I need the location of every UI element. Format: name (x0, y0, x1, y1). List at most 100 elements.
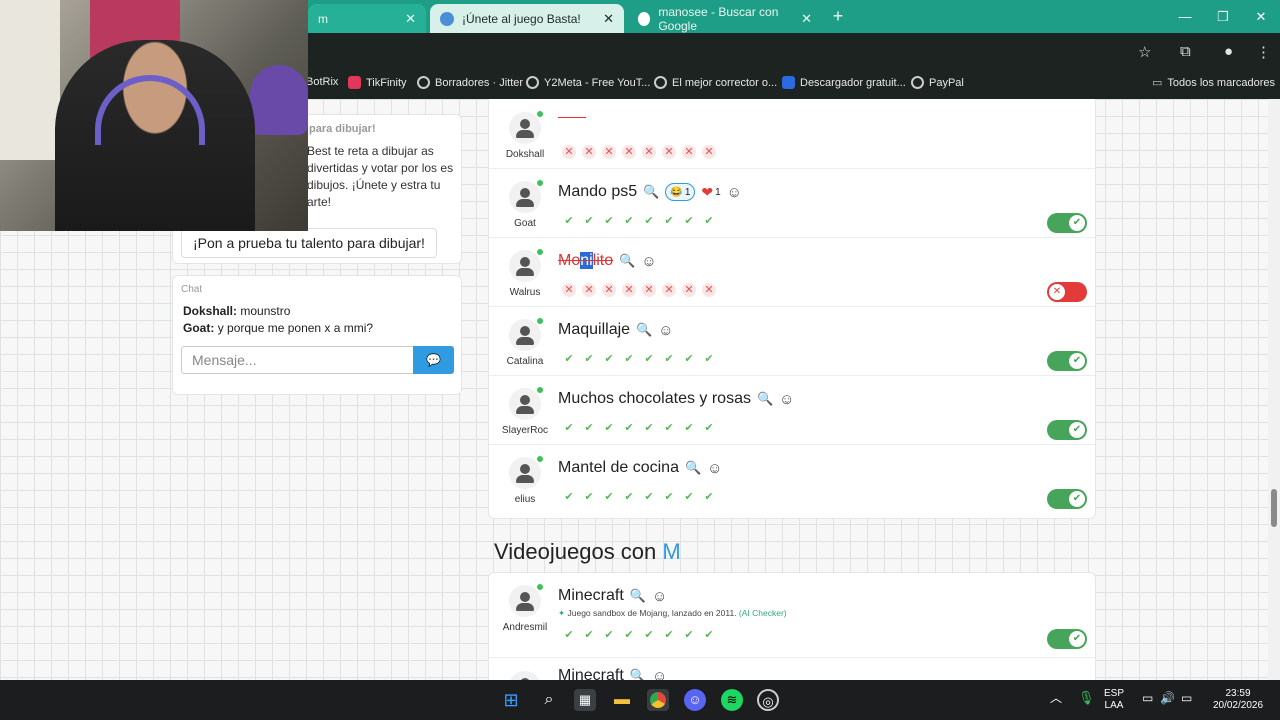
tab-active[interactable]: ¡Únete al juego Basta! ✕ (430, 4, 624, 33)
menu-icon[interactable]: ⋮ (1256, 43, 1271, 61)
add-reaction-icon[interactable]: ☺ (658, 322, 673, 339)
network-icon[interactable]: ▭ (1142, 692, 1153, 704)
reject-mark[interactable]: ✕ (602, 145, 616, 159)
search-icon[interactable]: ⌕ (538, 689, 560, 711)
all-bookmarks[interactable]: ▭ Todos los marcadores (1152, 76, 1275, 90)
accept-mark[interactable]: ✔ (581, 490, 597, 504)
reject-mark[interactable]: ✕ (642, 283, 656, 297)
reject-mark[interactable]: ✕ (642, 145, 656, 159)
add-reaction-icon[interactable]: ☺ (707, 460, 722, 477)
accept-mark[interactable]: ✔ (601, 490, 617, 504)
reject-mark[interactable]: ✕ (662, 145, 676, 159)
validity-toggle[interactable]: ✔ (1047, 351, 1087, 371)
bookmark-y2meta[interactable]: Y2Meta - Free YouT... (526, 76, 650, 89)
accept-mark[interactable]: ✔ (581, 628, 597, 642)
accept-mark[interactable]: ✔ (561, 421, 577, 435)
search-icon[interactable]: 🔍 (757, 391, 773, 407)
accept-mark[interactable]: ✔ (561, 352, 577, 366)
clock[interactable]: 23:59 20/02/2026 (1210, 688, 1266, 712)
reaction-heart[interactable]: ❤ 1 (701, 184, 720, 201)
accept-mark[interactable]: ✔ (661, 214, 677, 228)
reject-mark[interactable]: ✕ (682, 283, 696, 297)
validity-toggle[interactable]: ✔ (1047, 629, 1087, 649)
accept-mark[interactable]: ✔ (581, 214, 597, 228)
chevron-up-icon[interactable]: ︿ (1050, 692, 1062, 704)
spotify-icon[interactable]: ≋ (721, 689, 743, 711)
bookmark-tikfinity[interactable]: TikFinity (348, 76, 407, 89)
reject-mark[interactable]: ✕ (622, 283, 636, 297)
accept-mark[interactable]: ✔ (641, 352, 657, 366)
accept-mark[interactable]: ✔ (661, 490, 677, 504)
accept-mark[interactable]: ✔ (641, 490, 657, 504)
add-reaction-icon[interactable]: ☺ (727, 184, 742, 201)
accept-mark[interactable]: ✔ (681, 490, 697, 504)
accept-mark[interactable]: ✔ (601, 214, 617, 228)
accept-mark[interactable]: ✔ (681, 421, 697, 435)
add-reaction-icon[interactable]: ☺ (641, 253, 656, 270)
search-icon[interactable]: 🔍 (619, 253, 635, 269)
new-tab-button[interactable]: + (826, 6, 850, 28)
bookmark-descargador[interactable]: Descargador gratuit... (782, 76, 906, 89)
bookmark-jitter[interactable]: Borradores · Jitter (417, 76, 523, 89)
draw-challenge-button[interactable]: ¡Pon a prueba tu talento para dibujar! (181, 228, 437, 258)
discord-icon[interactable]: ☺ (684, 689, 706, 711)
accept-mark[interactable]: ✔ (701, 352, 717, 366)
restore-button[interactable]: ❐ (1204, 0, 1242, 33)
search-icon[interactable]: 🔍 (643, 184, 659, 200)
file-explorer-icon[interactable]: ▬ (611, 689, 633, 711)
windows-start-icon[interactable]: ⊞ (500, 689, 522, 711)
obs-icon[interactable]: ◎ (757, 689, 779, 711)
accept-mark[interactable]: ✔ (701, 214, 717, 228)
accept-mark[interactable]: ✔ (701, 421, 717, 435)
accept-mark[interactable]: ✔ (621, 421, 637, 435)
close-icon[interactable]: ✕ (405, 11, 416, 27)
reject-mark[interactable]: ✕ (582, 283, 596, 297)
close-icon[interactable]: ✕ (801, 11, 812, 27)
accept-mark[interactable]: ✔ (561, 214, 577, 228)
accept-mark[interactable]: ✔ (581, 421, 597, 435)
reject-mark[interactable]: ✕ (602, 283, 616, 297)
accept-mark[interactable]: ✔ (601, 628, 617, 642)
accept-mark[interactable]: ✔ (621, 352, 637, 366)
reject-mark[interactable]: ✕ (682, 145, 696, 159)
accept-mark[interactable]: ✔ (661, 421, 677, 435)
volume-icon[interactable]: 🔊 (1160, 692, 1175, 704)
add-reaction-icon[interactable]: ☺ (652, 668, 667, 681)
scroll-thumb[interactable] (1271, 489, 1277, 527)
battery-icon[interactable]: ▭ (1181, 692, 1192, 704)
microphone-icon[interactable]: 🎙 (1078, 691, 1095, 704)
reject-mark[interactable]: ✕ (702, 145, 716, 159)
accept-mark[interactable]: ✔ (621, 490, 637, 504)
store-icon[interactable]: ▦ (574, 689, 596, 711)
reject-mark[interactable]: ✕ (562, 145, 576, 159)
close-window-button[interactable]: ✕ (1242, 0, 1280, 33)
search-icon[interactable]: 🔍 (630, 588, 646, 604)
search-icon[interactable]: 🔍 (630, 668, 646, 680)
reject-mark[interactable]: ✕ (702, 283, 716, 297)
chat-input[interactable]: Mensaje... (181, 346, 413, 374)
accept-mark[interactable]: ✔ (641, 628, 657, 642)
accept-mark[interactable]: ✔ (581, 352, 597, 366)
validity-toggle[interactable]: ✔ (1047, 489, 1087, 509)
profile-icon[interactable]: ● (1224, 43, 1233, 60)
bookmark-star-icon[interactable]: ☆ (1138, 43, 1151, 61)
reject-mark[interactable]: ✕ (662, 283, 676, 297)
accept-mark[interactable]: ✔ (621, 628, 637, 642)
bookmark-corrector[interactable]: El mejor corrector o... (654, 76, 777, 89)
close-icon[interactable]: ✕ (603, 11, 614, 27)
reaction-laugh[interactable]: 😂 1 (665, 183, 696, 201)
search-icon[interactable]: 🔍 (685, 460, 701, 476)
bookmark-paypal[interactable]: PayPal (911, 76, 964, 89)
send-message-button[interactable]: 💬 (413, 346, 454, 374)
reject-mark[interactable]: ✕ (562, 283, 576, 297)
page-scrollbar[interactable] (1268, 99, 1280, 680)
accept-mark[interactable]: ✔ (701, 490, 717, 504)
accept-mark[interactable]: ✔ (701, 628, 717, 642)
accept-mark[interactable]: ✔ (561, 628, 577, 642)
add-reaction-icon[interactable]: ☺ (652, 588, 667, 605)
validity-toggle[interactable]: ✔ (1047, 420, 1087, 440)
accept-mark[interactable]: ✔ (621, 214, 637, 228)
accept-mark[interactable]: ✔ (561, 490, 577, 504)
bookmark-botrix[interactable]: BotRix (306, 76, 338, 88)
accept-mark[interactable]: ✔ (601, 352, 617, 366)
